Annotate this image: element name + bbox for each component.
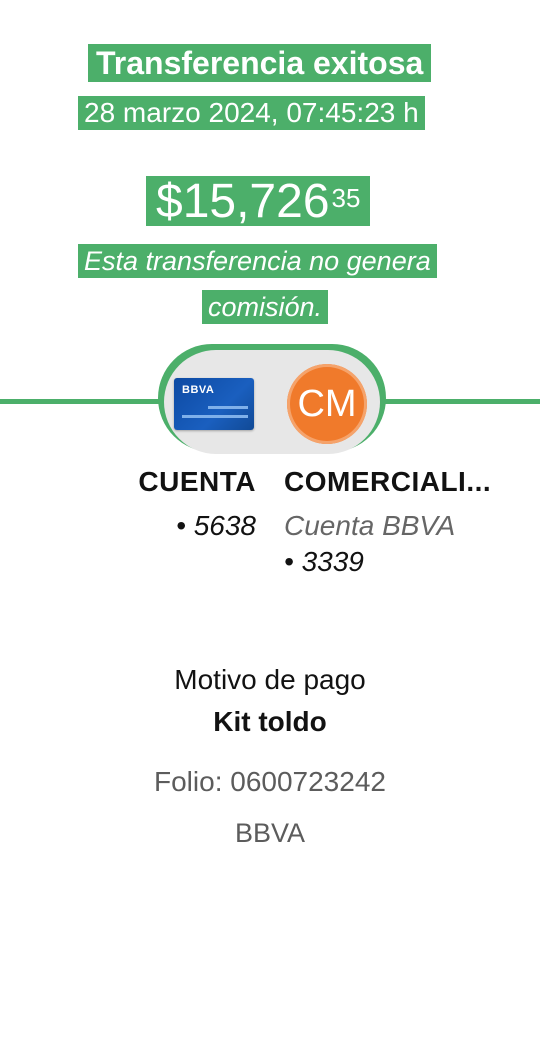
amount-main: $15,726 <box>156 175 330 228</box>
recipient-name: COMERCIALI... <box>284 466 492 497</box>
origin-account-label: CUENTA <box>138 466 256 497</box>
transfer-datetime: 28 marzo 2024, 07:45:23 h <box>78 96 425 130</box>
payment-reason-label: Motivo de pago <box>174 664 366 695</box>
recipient-bank: Cuenta BBVA <box>284 510 456 541</box>
commission-note-line1: Esta transferencia no genera <box>78 244 437 278</box>
bank-name: BBVA <box>234 818 306 848</box>
commission-note-line2: comisión. <box>202 290 329 324</box>
recipient-avatar: CM <box>287 364 367 444</box>
recipient-account-number: • 3339 <box>284 546 364 577</box>
card-stripe <box>208 406 248 409</box>
card-brand-label: BBVA <box>182 384 215 396</box>
payment-reason-value: Kit toldo <box>213 706 327 737</box>
folio-number: Folio: 0600723242 <box>154 766 386 797</box>
bbva-card-icon: BBVA <box>174 378 254 430</box>
card-stripe <box>182 415 248 418</box>
page-title: Transferencia exitosa <box>88 44 432 82</box>
origin-account-number: • 5638 <box>176 510 256 541</box>
transfer-amount: $15,72635 <box>146 175 371 228</box>
transfer-receipt: Transferencia exitosa 28 marzo 2024, 07:… <box>0 0 540 1063</box>
amount-cents: 35 <box>331 183 361 213</box>
